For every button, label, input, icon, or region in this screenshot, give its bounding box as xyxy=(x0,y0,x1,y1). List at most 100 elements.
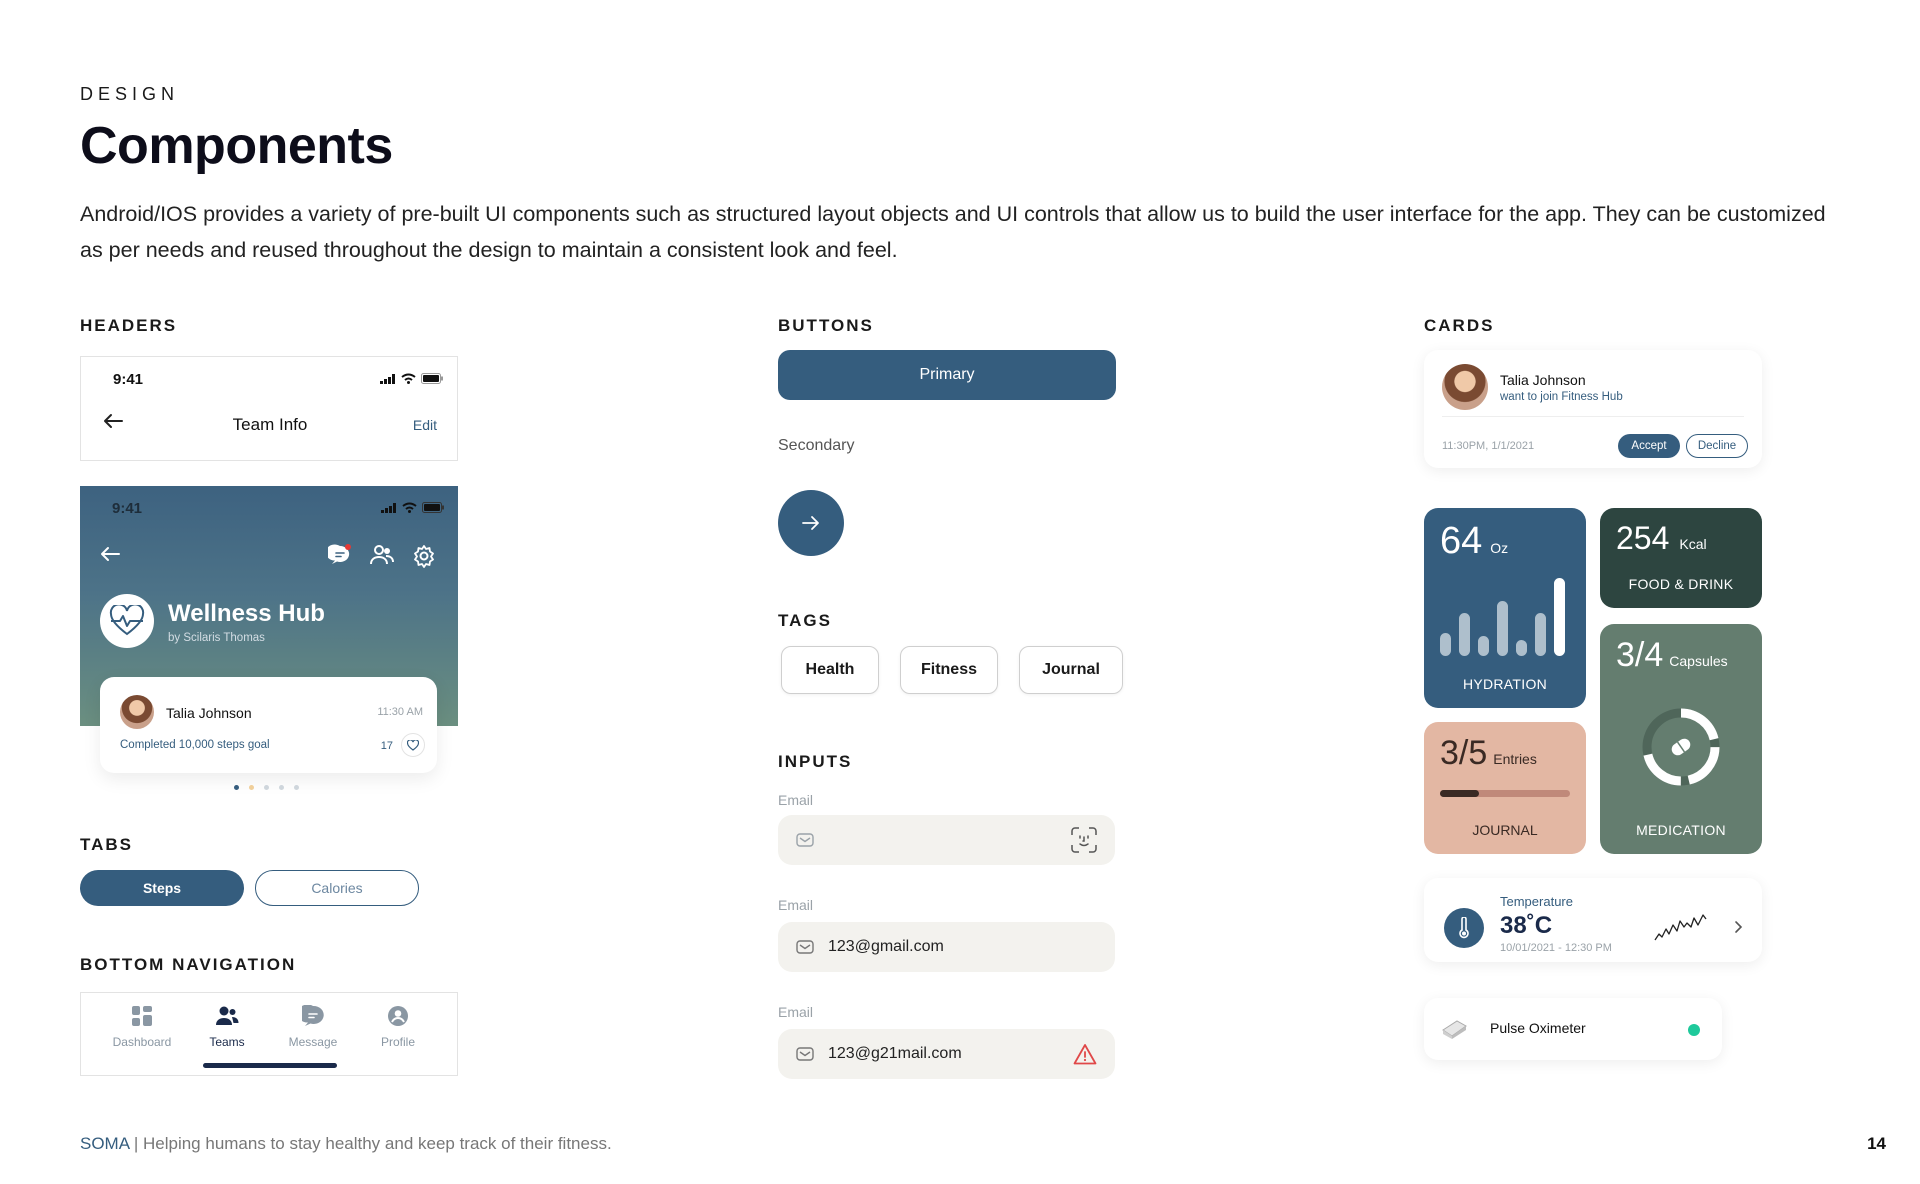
medication-unit: Capsules xyxy=(1669,653,1728,669)
nav-item-profile[interactable]: Profile xyxy=(358,1005,438,1049)
connection-status-dot xyxy=(1688,1024,1700,1036)
back-arrow-icon[interactable] xyxy=(100,546,120,562)
section-buttons-title: BUTTONS xyxy=(778,316,874,335)
chevron-right-icon[interactable] xyxy=(1734,920,1744,934)
journal-value: 3/5 xyxy=(1440,734,1488,772)
email-label: Email xyxy=(778,792,814,808)
signal-icon xyxy=(381,502,396,513)
status-time: 9:41 xyxy=(112,500,143,517)
hydration-value-row: 64 Oz xyxy=(1440,520,1508,563)
page-number: 14 xyxy=(1867,1134,1886,1153)
food-label: FOOD & DRINK xyxy=(1628,576,1734,592)
mail-icon xyxy=(796,940,814,954)
hydration-bar xyxy=(1535,613,1546,656)
carousel-dots[interactable] xyxy=(234,785,299,790)
edit-button[interactable]: Edit xyxy=(413,417,437,433)
header-wellness-hub: 9:41 Wellness Hub by Scilaris Thomas Tal… xyxy=(80,486,458,773)
oximeter-device-icon xyxy=(1442,1020,1467,1039)
hydration-label: HYDRATION xyxy=(1462,676,1548,692)
settings-icon[interactable] xyxy=(412,544,436,568)
email-input-filled[interactable]: 123@gmail.com xyxy=(778,922,1115,972)
profile-icon xyxy=(388,1006,408,1026)
invite-card: Talia Johnson want to join Fitness Hub 1… xyxy=(1424,350,1762,468)
message-icon xyxy=(297,1004,324,1026)
journal-card[interactable]: 3/5 Entries JOURNAL xyxy=(1424,722,1586,854)
nav-item-teams[interactable]: Teams xyxy=(187,1005,267,1049)
like-button[interactable] xyxy=(401,733,425,757)
tab-calories[interactable]: Calories xyxy=(255,870,419,906)
temperature-label: Temperature xyxy=(1500,894,1573,909)
activity-notification-card[interactable]: Talia Johnson 11:30 AM Completed 10,000 … xyxy=(100,677,437,773)
email-label: Email xyxy=(778,897,814,913)
journal-unit: Entries xyxy=(1493,751,1537,767)
pill-icon xyxy=(1671,738,1691,756)
section-headers-title: HEADERS xyxy=(80,316,178,335)
email-input-empty[interactable] xyxy=(778,815,1115,865)
carousel-dot[interactable] xyxy=(264,785,269,790)
mail-icon xyxy=(796,1047,814,1061)
status-icons xyxy=(381,502,444,513)
header-title: Team Info xyxy=(232,415,308,434)
avatar xyxy=(1442,364,1488,410)
food-value: 254 xyxy=(1616,520,1670,556)
status-time: 9:41 xyxy=(113,371,144,388)
thermometer-badge xyxy=(1444,908,1484,948)
face-scan-icon[interactable] xyxy=(1071,827,1097,853)
wifi-icon xyxy=(401,373,416,384)
invite-name: Talia Johnson xyxy=(1500,372,1586,388)
thermometer-icon xyxy=(1459,917,1469,939)
medication-card[interactable]: 3/4 Capsules MEDICATION xyxy=(1600,624,1762,854)
page-description: Android/IOS provides a variety of pre-bu… xyxy=(80,202,1826,262)
nav-label: Message xyxy=(288,1035,338,1049)
temperature-card[interactable]: Temperature 38˚C 10/01/2021 - 12:30 PM xyxy=(1424,878,1762,962)
status-icons xyxy=(380,373,443,384)
food-drink-card[interactable]: 254 Kcal FOOD & DRINK xyxy=(1600,508,1762,608)
journal-progress-fill xyxy=(1440,790,1479,797)
invite-time: 11:30PM, 1/1/2021 xyxy=(1442,440,1535,452)
hub-owner: by Scilaris Thomas xyxy=(168,632,265,644)
hydration-bar-chart xyxy=(1440,578,1572,656)
hydration-card[interactable]: 64 Oz HYDRATION xyxy=(1424,508,1586,708)
tab-steps[interactable]: Steps xyxy=(80,870,244,906)
tag-health[interactable]: Health xyxy=(781,646,879,694)
accept-button[interactable]: Accept xyxy=(1618,434,1680,458)
carousel-dot-active[interactable] xyxy=(234,785,239,790)
tag-journal[interactable]: Journal xyxy=(1019,646,1123,694)
notification-text: Completed 10,000 steps goal xyxy=(120,739,270,751)
carousel-dot[interactable] xyxy=(294,785,299,790)
section-cards-title: CARDS xyxy=(1424,316,1495,335)
medication-progress-ring xyxy=(1642,708,1720,786)
hydration-bar xyxy=(1554,578,1565,656)
hydration-bar xyxy=(1459,613,1470,656)
carousel-dot[interactable] xyxy=(249,785,254,790)
nav-item-message[interactable]: Message xyxy=(273,1004,353,1049)
section-bottom-nav-title: BOTTOM NAVIGATION xyxy=(80,955,297,974)
nav-label: Dashboard xyxy=(112,1035,172,1049)
medication-label: MEDICATION xyxy=(1636,822,1726,838)
divider xyxy=(1442,416,1744,417)
email-input-error[interactable]: 123@g21mail.com xyxy=(778,1029,1115,1079)
hydration-bar xyxy=(1497,601,1508,656)
footer: SOMA | Helping humans to stay healthy an… xyxy=(80,1134,612,1154)
secondary-button[interactable]: Secondary xyxy=(778,437,855,455)
avatar xyxy=(120,695,154,729)
pulse-oximeter-card[interactable]: Pulse Oximeter xyxy=(1424,998,1722,1060)
wifi-icon xyxy=(402,502,417,513)
members-icon[interactable] xyxy=(370,544,394,566)
primary-button[interactable]: Primary xyxy=(778,350,1116,400)
tag-fitness[interactable]: Fitness xyxy=(900,646,998,694)
notification-name: Talia Johnson xyxy=(166,705,252,721)
pulse-oximeter-label: Pulse Oximeter xyxy=(1490,1020,1586,1036)
next-circle-button[interactable] xyxy=(778,490,844,556)
arrow-right-icon xyxy=(802,516,819,530)
chat-icon[interactable] xyxy=(328,544,352,566)
page-title: Components xyxy=(80,117,393,175)
email-value: 123@g21mail.com xyxy=(828,1045,962,1062)
nav-item-dashboard[interactable]: Dashboard xyxy=(102,1005,182,1049)
mail-icon xyxy=(796,833,814,847)
decline-button[interactable]: Decline xyxy=(1686,434,1748,458)
footer-brand: SOMA xyxy=(80,1134,130,1153)
journal-progress-track xyxy=(1440,790,1570,797)
carousel-dot[interactable] xyxy=(279,785,284,790)
temperature-date: 10/01/2021 - 12:30 PM xyxy=(1500,942,1612,954)
